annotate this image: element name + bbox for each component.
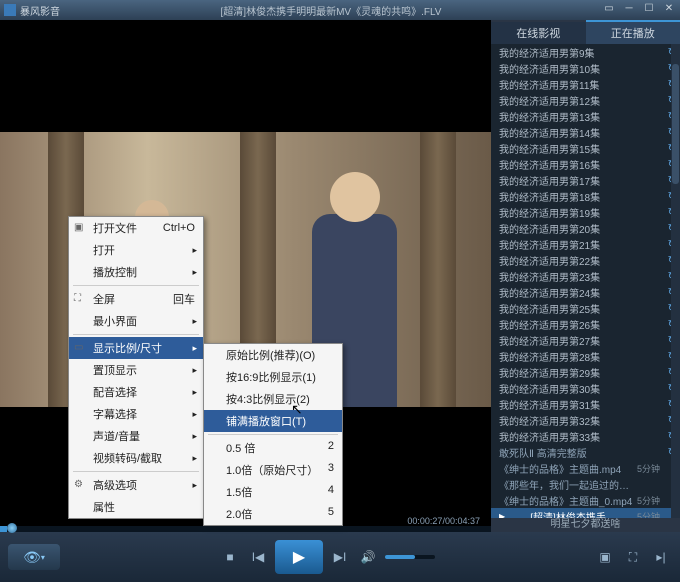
next-button[interactable]: ▶I — [329, 546, 351, 568]
gear-icon: ⚙ — [74, 479, 86, 491]
tab-now-playing[interactable]: 正在播放 — [586, 20, 680, 44]
playlist-scrollbar[interactable] — [671, 44, 680, 518]
playlist-item[interactable]: 敢死队Ⅱ 高清完整版↻ — [491, 444, 680, 460]
time-display: 00:00:27/00:04:37 — [407, 516, 480, 526]
video-area[interactable]: ▣打开文件Ctrl+O 打开 播放控制 ⛶全屏回车 最小界面 ▭显示比例/尺寸 … — [0, 20, 491, 532]
playlist-item[interactable]: 我的经济适用男第20集↻ — [491, 220, 680, 236]
progress-knob[interactable] — [7, 523, 17, 533]
maximize-button[interactable]: ☐ — [642, 3, 656, 17]
minimize-button[interactable]: ─ — [622, 3, 636, 17]
playlist-item[interactable]: 我的经济适用男第19集↻ — [491, 204, 680, 220]
playlist-item[interactable]: 我的经济适用男第21集↻ — [491, 236, 680, 252]
toggle-sidebar-button[interactable]: ▸| — [650, 546, 672, 568]
ctx-properties[interactable]: 属性 — [69, 496, 203, 518]
playlist-item[interactable]: 我的经济适用男第32集↻ — [491, 412, 680, 428]
playlist-item[interactable]: 我的经济适用男第24集↻ — [491, 284, 680, 300]
folder-icon: ▣ — [74, 222, 86, 234]
sub-16-9[interactable]: 按16:9比例显示(1) — [204, 366, 342, 388]
playlist-item[interactable]: 我的经济适用男第27集↻ — [491, 332, 680, 348]
footer-ad[interactable]: 明星七夕都送啥 — [491, 518, 680, 532]
ctx-fullscreen[interactable]: ⛶全屏回车 — [69, 288, 203, 310]
playlist-item[interactable]: 《绅士的品格》主题曲_0.mp45分钟 — [491, 492, 680, 508]
app-name: 暴风影音 — [20, 3, 60, 18]
close-button[interactable]: ✕ — [662, 3, 676, 17]
chat-icon[interactable]: ▭ — [602, 3, 616, 17]
playlist-item[interactable]: 我的经济适用男第31集↻ — [491, 396, 680, 412]
sub-fill-window[interactable]: 铺满播放窗口(T) — [204, 410, 342, 432]
playlist-item[interactable]: 我的经济适用男第26集↻ — [491, 316, 680, 332]
controls: 👁▾ ■ I◀ ▶ ▶I 🔊 ▣ ⛶ ▸| — [0, 532, 680, 582]
sub-zoom-15[interactable]: 1.5倍4 — [204, 481, 342, 503]
eye-mode-button[interactable]: 👁▾ — [8, 544, 60, 570]
prev-button[interactable]: I◀ — [247, 546, 269, 568]
ctx-aspect-ratio[interactable]: ▭显示比例/尺寸 — [69, 337, 203, 359]
titlebar: 暴风影音 [超清]林俊杰携手明明最新MV《灵魂的共鸣》.FLV ▭ ─ ☐ ✕ — [0, 0, 680, 20]
playlist-item[interactable]: 我的经济适用男第16集↻ — [491, 156, 680, 172]
ctx-min-ui[interactable]: 最小界面 — [69, 310, 203, 332]
ctx-play-control[interactable]: 播放控制 — [69, 261, 203, 283]
playlist-item[interactable]: 我的经济适用男第12集↻ — [491, 92, 680, 108]
volume-icon[interactable]: 🔊 — [357, 546, 379, 568]
fullscreen-button[interactable]: ⛶ — [622, 546, 644, 568]
ctx-open-file[interactable]: ▣打开文件Ctrl+O — [69, 217, 203, 239]
playlist-item[interactable]: [超清]林俊杰携手…5分钟 — [491, 508, 680, 518]
playlist-item[interactable]: 我的经济适用男第29集↻ — [491, 364, 680, 380]
app-logo-icon — [4, 4, 16, 16]
aspect-submenu: 原始比例(推荐)(O) 按16:9比例显示(1) 按4:3比例显示(2) 铺满播… — [203, 343, 343, 526]
playlist-item[interactable]: 我的经济适用男第23集↻ — [491, 268, 680, 284]
scroll-thumb[interactable] — [672, 64, 679, 184]
ctx-subtitle[interactable]: 字幕选择 — [69, 403, 203, 425]
playlist-item[interactable]: 我的经济适用男第11集↻ — [491, 76, 680, 92]
playlist-item[interactable]: 我的经济适用男第10集↻ — [491, 60, 680, 76]
playlist-item[interactable]: 我的经济适用男第22集↻ — [491, 252, 680, 268]
play-button[interactable]: ▶ — [275, 540, 323, 574]
playlist: 我的经济适用男第9集↻我的经济适用男第10集↻我的经济适用男第11集↻我的经济适… — [491, 44, 680, 518]
volume-slider[interactable] — [385, 555, 435, 559]
aspect-icon: ▭ — [74, 342, 86, 354]
sub-original[interactable]: 原始比例(推荐)(O) — [204, 344, 342, 366]
context-menu: ▣打开文件Ctrl+O 打开 播放控制 ⛶全屏回车 最小界面 ▭显示比例/尺寸 … — [68, 216, 204, 519]
ctx-transcode[interactable]: 视频转码/截取 — [69, 447, 203, 469]
open-button[interactable]: ▣ — [594, 546, 616, 568]
sub-zoom-05[interactable]: 0.5 倍2 — [204, 437, 342, 459]
ctx-open[interactable]: 打开 — [69, 239, 203, 261]
playlist-item[interactable]: 《那些年，我们一起追过的… — [491, 476, 680, 492]
ctx-sound[interactable]: 声道/音量 — [69, 425, 203, 447]
ctx-ontop[interactable]: 置顶显示 — [69, 359, 203, 381]
file-title: [超清]林俊杰携手明明最新MV《灵魂的共鸣》.FLV — [60, 3, 602, 18]
playlist-item[interactable]: 我的经济适用男第33集↻ — [491, 428, 680, 444]
playlist-item[interactable]: 我的经济适用男第14集↻ — [491, 124, 680, 140]
playlist-item[interactable]: 我的经济适用男第13集↻ — [491, 108, 680, 124]
sidebar: 在线影视 正在播放 我的经济适用男第9集↻我的经济适用男第10集↻我的经济适用男… — [491, 20, 680, 532]
playlist-item[interactable]: 我的经济适用男第30集↻ — [491, 380, 680, 396]
sub-zoom-10[interactable]: 1.0倍（原始尺寸）3 — [204, 459, 342, 481]
tab-online[interactable]: 在线影视 — [491, 20, 586, 44]
playlist-item[interactable]: 《绅士的品格》主题曲.mp45分钟 — [491, 460, 680, 476]
playlist-item[interactable]: 我的经济适用男第17集↻ — [491, 172, 680, 188]
sub-zoom-20[interactable]: 2.0倍5 — [204, 503, 342, 525]
progress-fill — [0, 526, 7, 532]
playlist-item[interactable]: 我的经济适用男第18集↻ — [491, 188, 680, 204]
playlist-item[interactable]: 我的经济适用男第25集↻ — [491, 300, 680, 316]
progress-bar[interactable] — [0, 526, 491, 532]
ctx-advanced[interactable]: ⚙高级选项 — [69, 474, 203, 496]
ctx-audio-select[interactable]: 配音选择 — [69, 381, 203, 403]
stop-button[interactable]: ■ — [219, 546, 241, 568]
sub-4-3[interactable]: 按4:3比例显示(2) — [204, 388, 342, 410]
playlist-item[interactable]: 我的经济适用男第15集↻ — [491, 140, 680, 156]
playlist-item[interactable]: 我的经济适用男第28集↻ — [491, 348, 680, 364]
fullscreen-icon: ⛶ — [74, 293, 86, 305]
playlist-item[interactable]: 我的经济适用男第9集↻ — [491, 44, 680, 60]
